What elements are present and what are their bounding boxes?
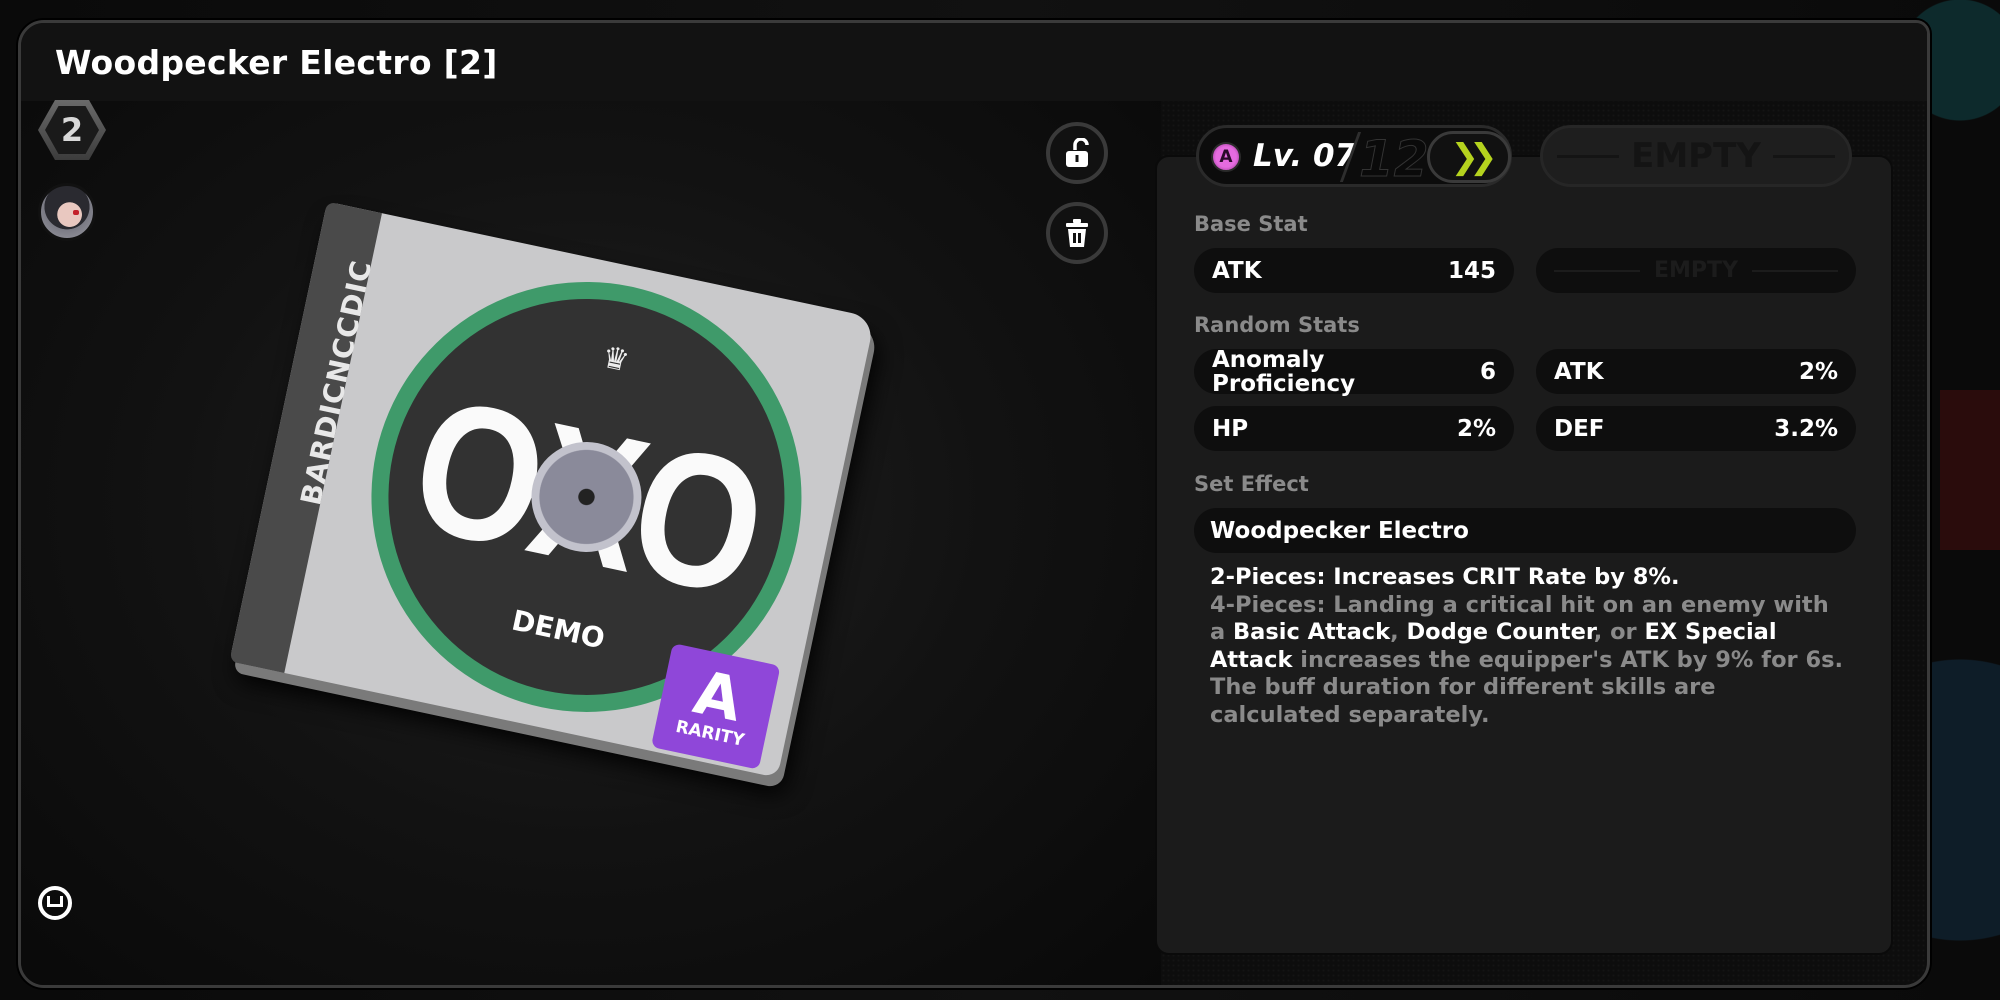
- disc-subtitle: DEMO: [508, 603, 608, 656]
- current-level: Lv. 07: [1253, 138, 1357, 174]
- random-stats-label: Random Stats: [1194, 313, 1360, 337]
- empty-slot-label: EMPTY: [1631, 136, 1761, 176]
- background-art-accent: [1940, 390, 2000, 550]
- empty-label: EMPTY: [1654, 258, 1738, 283]
- stat-name: ATK: [1212, 257, 1262, 284]
- stat-value: 6: [1479, 358, 1496, 385]
- keyword: Dodge Counter: [1406, 619, 1594, 645]
- trash-icon: [1066, 219, 1088, 247]
- stat-value: 3.2%: [1774, 415, 1838, 442]
- random-stat-row: Anomaly Proficiency 6: [1194, 346, 1514, 397]
- two-piece-effect: 2-Pieces: Increases CRIT Rate by 8%.: [1210, 564, 1680, 590]
- unlock-icon: [1066, 138, 1089, 167]
- title-bar: Woodpecker Electro [2]: [21, 23, 1927, 101]
- base-stat-row: ATK 145: [1194, 248, 1514, 293]
- delete-button[interactable]: [1046, 202, 1108, 264]
- divider: [1557, 154, 1620, 158]
- four-piece-text: , or: [1593, 619, 1645, 645]
- equipped-agent-avatar[interactable]: [38, 183, 96, 241]
- double-chevron-right-icon: ❯❯: [1450, 137, 1498, 177]
- rank-badge: A: [1211, 142, 1241, 172]
- avatar-eye: [73, 210, 79, 215]
- stat-value: 145: [1447, 257, 1496, 284]
- four-piece-text: increases the equipper's ATK by 9% for 6…: [1210, 646, 1844, 728]
- base-stat-label: Base Stat: [1194, 212, 1308, 236]
- random-stat-row: ATK 2%: [1536, 349, 1856, 394]
- max-level: 12: [1359, 130, 1430, 189]
- random-stat-row: HP 2%: [1194, 406, 1514, 451]
- set-effect-description: 2-Pieces: Increases CRIT Rate by 8%. 4-P…: [1210, 564, 1850, 729]
- random-stat-row: DEF 3.2%: [1536, 406, 1856, 451]
- rarity-letter: A: [687, 657, 748, 736]
- set-name: Woodpecker Electro: [1210, 517, 1469, 544]
- four-piece-effect: 4-Pieces: Landing a critical hit on an e…: [1210, 592, 1850, 730]
- level-indicator: A Lv. 07 12 ❯❯: [1196, 125, 1512, 189]
- set-effect-label: Set Effect: [1194, 472, 1309, 496]
- stat-name: HP: [1212, 415, 1249, 442]
- window-title: Woodpecker Electro [2]: [55, 43, 498, 82]
- stat-value: 2%: [1798, 358, 1838, 385]
- lock-toggle-button[interactable]: [1046, 122, 1108, 184]
- crown-icon: ♛: [598, 339, 633, 380]
- empty-slot-button[interactable]: EMPTY: [1540, 125, 1852, 187]
- rarity-sticker: A RARITY: [650, 643, 781, 770]
- set-name-row: Woodpecker Electro: [1194, 508, 1856, 553]
- slot-number: 2: [45, 106, 99, 154]
- four-piece-text: ,: [1390, 619, 1407, 645]
- keyword: Basic Attack: [1233, 619, 1391, 645]
- divider: [1772, 154, 1835, 158]
- stat-name: ATK: [1554, 358, 1604, 385]
- info-button[interactable]: [38, 886, 72, 920]
- stat-value: 2%: [1456, 415, 1496, 442]
- spine-text: BARDICNCCDIC: [294, 257, 379, 509]
- base-stat-empty-row: EMPTY: [1536, 248, 1856, 293]
- divider: [1554, 269, 1641, 272]
- divider: [1752, 269, 1839, 272]
- stat-name: DEF: [1554, 415, 1605, 442]
- level-up-button[interactable]: ❯❯: [1427, 131, 1511, 183]
- stat-name: Anomaly Proficiency: [1212, 346, 1356, 397]
